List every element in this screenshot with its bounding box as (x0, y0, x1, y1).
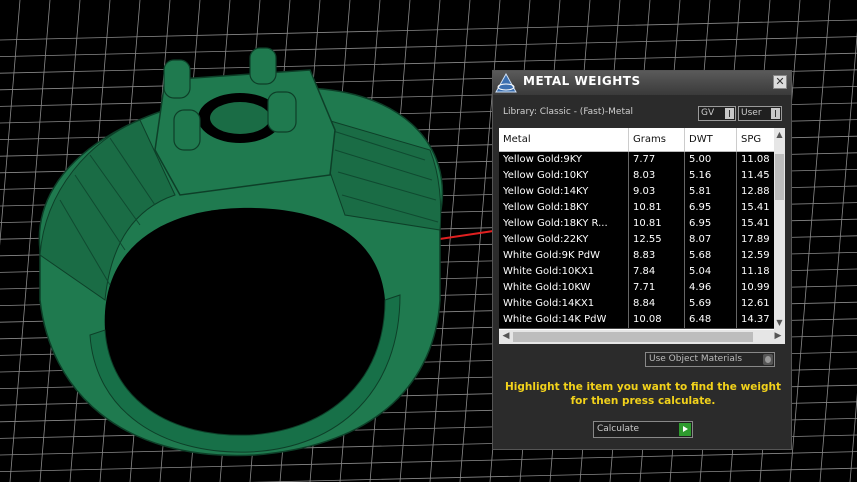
table-cell: 5.69 (685, 296, 737, 312)
library-label: Library: Classic - (Fast)-Metal (503, 107, 634, 117)
table-cell: 8.03 (629, 168, 685, 184)
table-row[interactable]: White Gold:10KW 7.71 4.96 10.99 (499, 280, 779, 297)
table-cell: 10.81 (629, 216, 685, 232)
table-cell: 10.81 (629, 200, 685, 216)
table-cell: 9.03 (629, 184, 685, 200)
table-cell: White Gold:9K PdW (499, 248, 629, 264)
table-cell: Yellow Gold:18KY (499, 200, 629, 216)
scroll-thumb-horizontal[interactable] (513, 332, 753, 342)
table-cell: 7.84 (629, 264, 685, 280)
table-cell: White Gold:10KW (499, 280, 629, 296)
column-header-grams[interactable]: Grams (629, 128, 685, 151)
table-row[interactable]: Yellow Gold:22KY 12.55 8.07 17.89 (499, 232, 779, 249)
table-cell: White Gold:10KX1 (499, 264, 629, 280)
table-row[interactable]: Yellow Gold:10KY 8.03 5.16 11.45 (499, 168, 779, 185)
table-horizontal-scrollbar[interactable]: ◀ ▶ (499, 330, 785, 344)
grid-line (849, 392, 857, 482)
panel-title: METAL WEIGHTS (523, 74, 641, 88)
grid-line (0, 19, 857, 41)
calculate-button[interactable]: Calculate (593, 421, 693, 438)
panel-titlebar[interactable]: METAL WEIGHTS ✕ (493, 71, 791, 95)
scroll-down-icon[interactable]: ▼ (774, 318, 785, 329)
scroll-left-icon[interactable]: ◀ (500, 331, 512, 343)
scroll-right-icon[interactable]: ▶ (772, 331, 784, 343)
use-object-materials-label: Use Object Materials (649, 354, 743, 364)
table-row[interactable]: Yellow Gold:9KY 7.77 5.00 11.08 (499, 152, 779, 169)
table-row[interactable]: Yellow Gold:18KY 10.81 6.95 15.41 (499, 200, 779, 217)
table-cell: 7.77 (629, 152, 685, 168)
gv-toggle[interactable]: GV (698, 106, 736, 121)
metal-weights-table[interactable]: Metal Grams DWT SPG Yellow Gold:9KY 7.77 5… (499, 128, 785, 344)
table-row[interactable]: White Gold:14K PdW 10.08 6.48 14.37 (499, 312, 779, 329)
scroll-thumb[interactable] (775, 154, 784, 200)
table-cell: 8.83 (629, 248, 685, 264)
table-cell: 4.96 (685, 280, 737, 296)
instruction-text: Highlight the item you want to find the … (505, 381, 781, 407)
column-header-metal[interactable]: Metal (499, 128, 629, 151)
grid-line (0, 36, 857, 57)
table-cell: 8.84 (629, 296, 685, 312)
table-cell: 7.71 (629, 280, 685, 296)
grid-line (0, 451, 857, 472)
table-row[interactable]: White Gold:14KX1 8.84 5.69 12.61 (499, 296, 779, 313)
table-header: Metal Grams DWT SPG (499, 128, 779, 152)
table-cell: Yellow Gold:9KY (499, 152, 629, 168)
grid-line (0, 0, 21, 246)
table-cell: Yellow Gold:22KY (499, 232, 629, 248)
metal-weights-panel: METAL WEIGHTS ✕ Library: Classic - (Fast… (492, 70, 792, 450)
table-cell: 10.08 (629, 312, 685, 328)
table-cell: White Gold:14K PdW (499, 312, 629, 328)
grid-line (248, 467, 857, 482)
grid-line (789, 0, 831, 482)
user-toggle[interactable]: User (738, 106, 782, 121)
toggle-knob-icon (763, 354, 773, 365)
table-row[interactable]: Yellow Gold:18KY R... 10.81 6.95 15.41 (499, 216, 779, 233)
table-cell: Yellow Gold:18KY R... (499, 216, 629, 232)
table-vertical-scrollbar[interactable]: ▲ ▼ (774, 128, 785, 330)
table-cell: 5.16 (685, 168, 737, 184)
table-cell: 5.81 (685, 184, 737, 200)
play-arrow-icon (679, 423, 691, 436)
grid-line (819, 31, 857, 482)
table-cell: White Gold:14KX1 (499, 296, 629, 312)
table-cell: 5.68 (685, 248, 737, 264)
scroll-up-icon[interactable]: ▲ (774, 130, 785, 141)
table-cell: Yellow Gold:14KY (499, 184, 629, 200)
table-row[interactable]: Yellow Gold:14KY 9.03 5.81 12.88 (499, 184, 779, 201)
table-cell: 6.48 (685, 312, 737, 328)
table-cell: 6.95 (685, 200, 737, 216)
calculate-label: Calculate (597, 424, 640, 434)
close-icon[interactable]: ✕ (773, 75, 787, 89)
table-cell: 12.55 (629, 232, 685, 248)
table-cell: 6.95 (685, 216, 737, 232)
table-cell: 5.00 (685, 152, 737, 168)
cad-logo-icon (495, 73, 517, 93)
table-cell: 8.07 (685, 232, 737, 248)
column-header-dwt[interactable]: DWT (685, 128, 737, 151)
gv-toggle-label: GV (701, 108, 715, 118)
user-toggle-label: User (741, 108, 762, 118)
table-cell: 5.04 (685, 264, 737, 280)
ring-model[interactable] (38, 47, 444, 457)
table-row[interactable]: White Gold:10KX1 7.84 5.04 11.18 (499, 264, 779, 281)
table-row[interactable]: White Gold:9K PdW 8.83 5.68 12.59 (499, 248, 779, 265)
table-cell: Yellow Gold:10KY (499, 168, 629, 184)
use-object-materials-toggle[interactable]: Use Object Materials (645, 352, 775, 367)
